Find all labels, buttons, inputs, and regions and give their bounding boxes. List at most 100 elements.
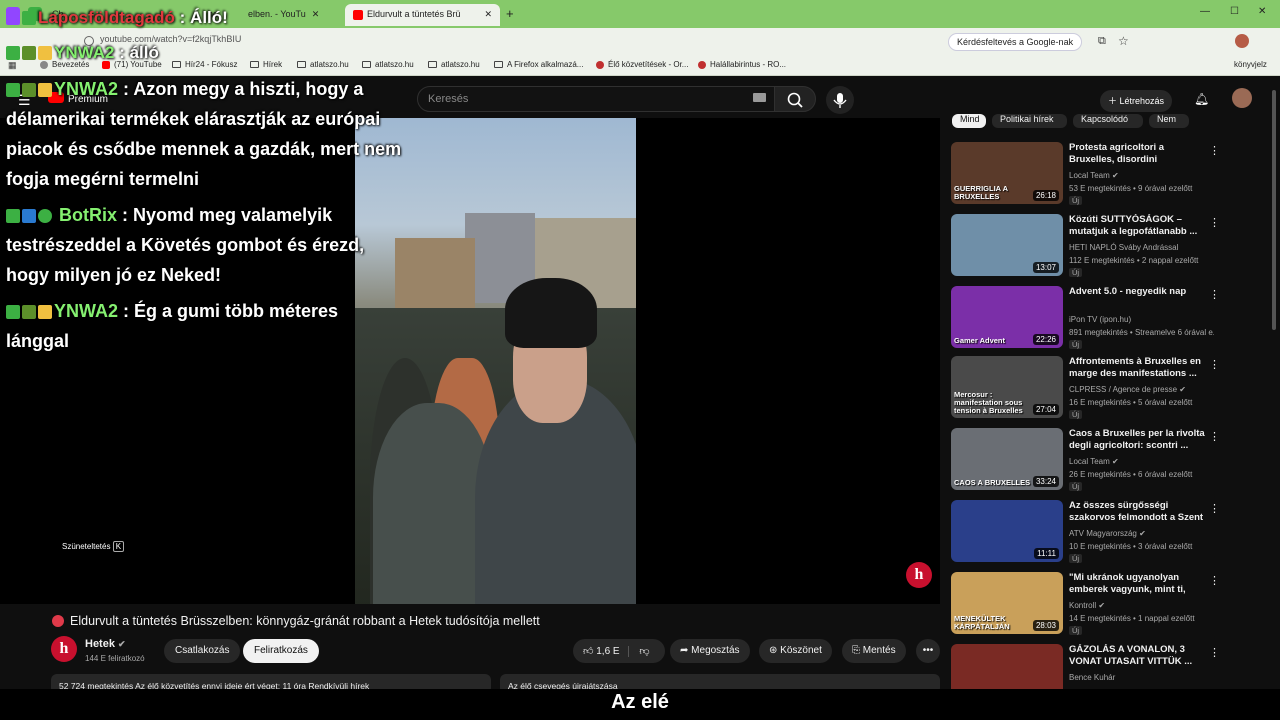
account-avatar[interactable] [1232,88,1252,108]
video-thumbnail[interactable]: CAOS A BRUXELLES 33:24 [951,428,1063,490]
channel-name[interactable]: Hetek ✔ [85,638,126,650]
recommendation-item[interactable]: MENEKÜLTEK KÁRPÁTALJÁN 28:03 "Mi ukránok u… [951,572,1220,638]
bookmark-5[interactable]: atlatszo.hu [297,60,349,69]
voice-search-button[interactable] [826,86,854,114]
chat-username: BotRix [59,205,118,225]
bookmark-6[interactable]: atlatszo.hu [362,60,414,69]
bookmark-8[interactable]: A Firefox alkalmazá... [494,60,583,69]
bookmark-11[interactable]: könyvjelz [1234,60,1267,69]
recommendation-channel[interactable]: Kontroll ✔ [1069,601,1105,610]
recommendation-title[interactable]: Protesta agricoltori a Bruxelles, disord… [1069,142,1209,167]
more-options-icon[interactable]: ⋮ [1209,502,1220,515]
recommendation-channel[interactable]: Bence Kuhár [1069,673,1115,682]
recommendation-item[interactable]: CAOS A BRUXELLES 33:24 Caos a Bruxelles pe… [951,428,1220,494]
recommendation-channel[interactable]: ATV Magyarország ✔ [1069,529,1146,538]
subscriber-count: 144 E feliratkozó [85,654,145,663]
recommendation-item[interactable]: Mercosur : manifestation sous tension à … [951,356,1220,422]
video-thumbnail[interactable]: 11:11 [951,500,1063,562]
recommendation-item[interactable]: 11:11 Az összes sürgősségi szakorvos felm… [951,500,1220,566]
recommendation-title[interactable]: Advent 5.0 - negyedik nap [1069,286,1209,298]
channel-avatar[interactable]: h [51,636,77,662]
more-options-icon[interactable]: ⋮ [1209,430,1220,443]
recommendation-item[interactable]: GUERRIGLIA A BRUXELLES 26:18 Protesta agri… [951,142,1220,208]
share-button[interactable]: ➦ Megosztás [670,639,750,663]
star-icon[interactable]: ☆ [1118,34,1129,48]
recommendation-title[interactable]: Affrontements à Bruxelles en marge des m… [1069,356,1209,380]
duration-badge: 27:04 [1032,404,1059,415]
caption-text: Az elé [611,691,669,713]
notifications-bell-icon[interactable]: 🔔︎ [1194,92,1209,106]
reporter-hat-shape [505,278,597,348]
more-options-icon[interactable]: ⋮ [1209,358,1220,371]
like-button[interactable]: 👍︎ 1,6 E [583,646,620,657]
new-badge: Új [1069,340,1083,349]
new-badge: Új [1069,196,1083,205]
chip-related[interactable]: Kapcsolódó [1073,114,1143,128]
recommendation-meta: 16 E megtekintés • 5 órával ezelőtt [1069,398,1193,407]
more-options-icon[interactable]: ⋮ [1209,646,1220,659]
more-options-icon[interactable]: ⋮ [1209,144,1220,157]
bookmark-7[interactable]: atlatszo.hu [428,60,480,69]
recommendation-title[interactable]: Közúti SUTTYÓSÁGOK – mutatjuk a legpofát… [1069,214,1209,238]
folder-icon [250,61,259,69]
chip-all[interactable]: Mind [952,114,986,128]
window-close-icon[interactable]: ✕ [1258,6,1266,17]
tab-active[interactable]: Eldurvult a tüntetés Brü ✕ [345,4,500,26]
bookmark-10-label: Halállabirintus - RO... [710,60,787,69]
minimize-icon[interactable]: — [1200,6,1210,17]
tab-3[interactable]: elben. - YouTu ✕ [240,4,340,26]
recommendation-channel[interactable]: Local Team ✔ [1069,457,1119,466]
share-icon: ➦ [680,645,692,656]
video-thumbnail[interactable]: Gamer Advent 22:26 [951,286,1063,348]
bookmark-3[interactable]: Hír24 - Fókusz [172,60,237,69]
recommendation-title[interactable]: Caos a Bruxelles per la rivolta degli ag… [1069,428,1209,452]
thanks-button[interactable]: ⊛ Köszönet [759,639,832,663]
close-icon[interactable]: ✕ [312,9,320,19]
scrollbar-thumb[interactable] [1272,90,1276,330]
recommendation-meta: 112 E megtekintés • 2 nappal ezelőtt [1069,256,1199,265]
bookmark-7-label: atlatszo.hu [441,60,480,69]
close-icon[interactable]: ✕ [484,9,492,20]
more-options-icon[interactable]: ⋮ [1209,574,1220,587]
chip-politics[interactable]: Politikai hírek [992,114,1067,128]
bookmark-9[interactable]: Élő közvetítések - Or... [596,60,688,69]
new-tab-button[interactable]: + [506,6,514,21]
recommendation-title[interactable]: GÁZOLÁS A VONALON, 3 VONAT UTASAIT VITTÜ… [1069,644,1209,668]
recommendation-title[interactable]: Az összes sürgősségi szakorvos felmondot… [1069,500,1209,525]
subscribe-button[interactable]: Feliratkozás [243,639,319,663]
more-actions-button[interactable]: ••• [916,639,940,663]
thanks-icon: ⊛ [769,645,781,656]
search-input[interactable]: Keresés [417,86,775,112]
chip-more[interactable]: Nem [1149,114,1189,128]
keyboard-icon[interactable] [753,93,766,102]
chat-message-3: YNWA2 : Azon megy a hiszti, hogy a délam… [6,74,401,194]
video-thumbnail[interactable]: Mercosur : manifestation sous tension à … [951,356,1063,418]
channel-name-text: Local Team [1069,457,1110,466]
recommendation-item[interactable]: Gamer Advent 22:26 Advent 5.0 - negyedik n… [951,286,1220,352]
video-thumbnail[interactable]: 13:07 [951,214,1063,276]
install-icon[interactable]: ⧉ [1098,35,1106,48]
channel-name-text: iPon TV (ipon.hu) [1069,315,1132,324]
more-options-icon[interactable]: ⋮ [1209,216,1220,229]
verified-icon: ✔ [1136,529,1146,538]
bookmark-10[interactable]: Halállabirintus - RO... [698,60,786,69]
channel-watermark-logo[interactable]: h [906,562,932,588]
join-button[interactable]: Csatlakozás [164,639,241,663]
save-button[interactable]: ⎘ Mentés [842,639,906,663]
profile-avatar[interactable] [1235,34,1249,48]
recommendation-channel[interactable]: iPon TV (ipon.hu) [1069,315,1131,324]
video-thumbnail[interactable]: GUERRIGLIA A BRUXELLES 26:18 [951,142,1063,204]
recommendation-channel[interactable]: HETI NAPLÓ Sváby Andrással [1069,243,1178,252]
video-thumbnail[interactable]: MENEKÜLTEK KÁRPÁTALJÁN 28:03 [951,572,1063,634]
recommendation-channel[interactable]: Local Team ✔ [1069,171,1119,180]
create-button[interactable]: ＋ Létrehozás [1100,90,1173,112]
recommendation-title[interactable]: "Mi ukránok ugyanolyan emberek vagyunk, … [1069,572,1209,597]
google-ask-button[interactable]: Kérdésfeltevés a Google-nak [948,33,1083,51]
bookmark-4[interactable]: Hírek [250,60,282,69]
recommendation-item[interactable]: 13:07 Közúti SUTTYÓSÁGOK – mutatjuk a leg… [951,214,1220,280]
search-button[interactable] [774,86,816,112]
maximize-icon[interactable]: ☐ [1230,6,1239,17]
more-options-icon[interactable]: ⋮ [1209,288,1220,301]
recommendation-channel[interactable]: CLPRESS / Agence de presse ✔ [1069,385,1186,394]
dislike-button[interactable]: 👎︎ [628,646,650,657]
